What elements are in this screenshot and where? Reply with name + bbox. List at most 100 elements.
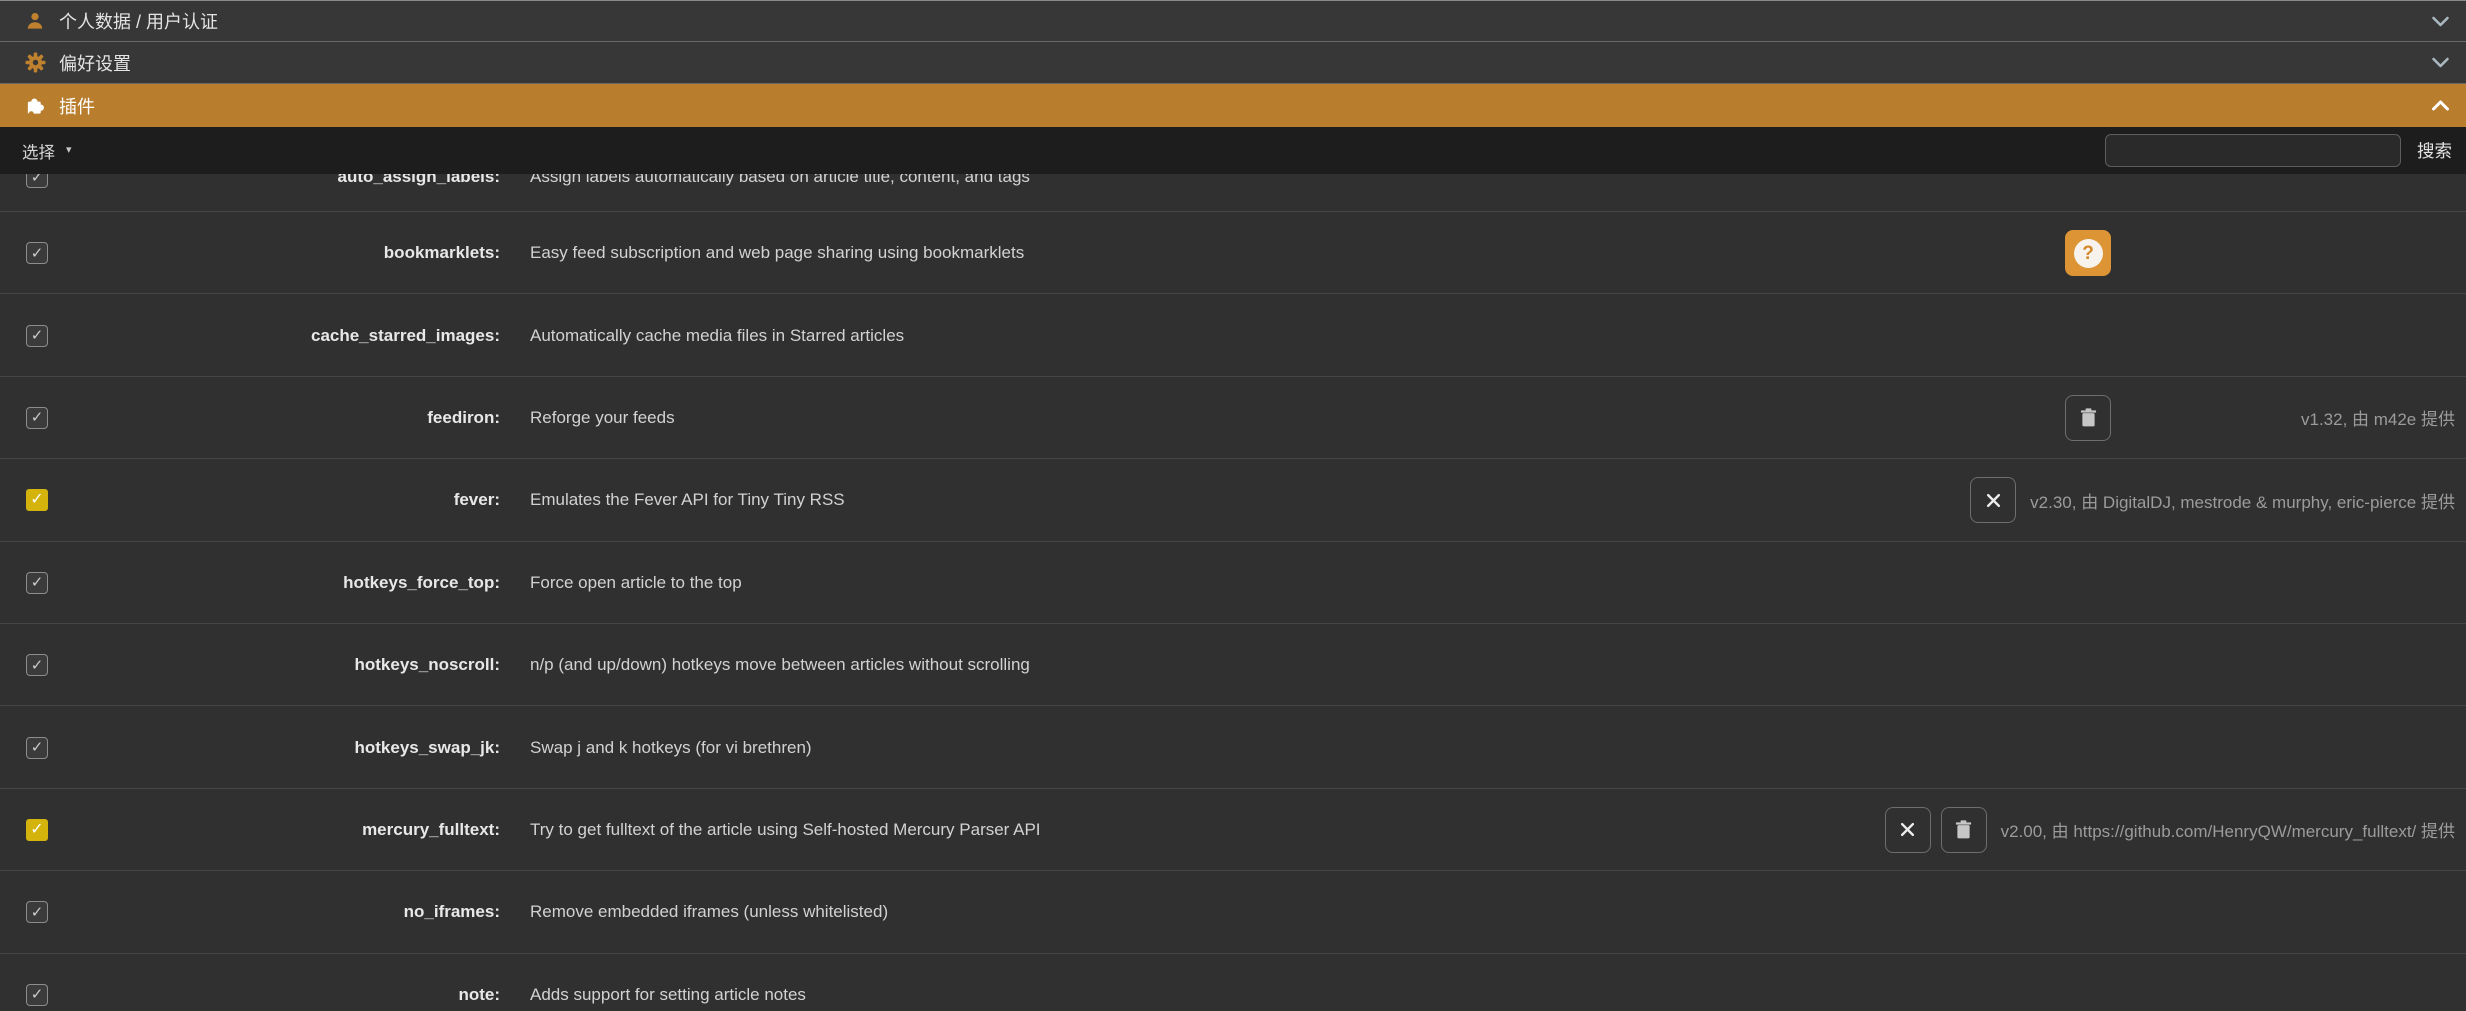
plugin-version: v2.00, 由 https://github.com/HenryQW/merc… — [2001, 817, 2455, 842]
chevron-down-icon[interactable] — [2431, 56, 2450, 69]
search-input[interactable] — [2105, 134, 2401, 167]
trash-icon — [2080, 408, 2097, 427]
plugin-name: cache_starred_images: — [48, 326, 500, 346]
help-button[interactable]: ? — [2065, 230, 2111, 276]
section-personal-data[interactable]: 个人数据 / 用户认证 — [0, 0, 2466, 42]
plugin-row: ✓ mercury_fulltext: Try to get fulltext … — [0, 789, 2466, 871]
plugin-row: ✓ auto_assign_labels: Assign labels auto… — [0, 174, 2466, 212]
plugin-actions — [1885, 807, 1987, 853]
checkmark-icon: ✓ — [31, 328, 44, 343]
checkmark-icon: ✓ — [31, 987, 44, 1002]
plugin-row-inner: ✓ no_iframes: Remove embedded iframes (u… — [0, 871, 2466, 953]
plugin-checkbox[interactable]: ✓ — [26, 901, 48, 923]
plugin-checkbox[interactable]: ✓ — [26, 654, 48, 676]
plugin-row: ✓ hotkeys_force_top: Force open article … — [0, 542, 2466, 624]
trash-button[interactable] — [1941, 807, 1987, 853]
plugin-name: note: — [48, 985, 500, 1005]
plugin-actions — [2065, 395, 2111, 441]
select-dropdown[interactable]: 选择 ▾ — [22, 139, 72, 163]
plugin-row-inner: ✓ fever: Emulates the Fever API for Tiny… — [0, 459, 2466, 541]
trash-icon — [1955, 820, 1972, 839]
plugin-name: fever: — [48, 490, 500, 510]
plugin-checkbox[interactable]: ✓ — [26, 407, 48, 429]
plugin-row-inner: ✓ feediron: Reforge your feeds v1.32, 由 … — [0, 377, 2466, 459]
checkmark-icon: ✓ — [31, 246, 44, 261]
close-button[interactable] — [1970, 477, 2016, 523]
plugin-checkbox[interactable]: ✓ — [26, 242, 48, 264]
trash-button[interactable] — [2065, 395, 2111, 441]
checkmark-icon: ✓ — [31, 658, 44, 673]
plugin-name: bookmarklets: — [48, 243, 500, 263]
puzzle-icon — [24, 95, 46, 117]
plugin-checkbox[interactable]: ✓ — [26, 572, 48, 594]
plugin-description: Swap j and k hotkeys (for vi brethren) — [530, 738, 812, 758]
plugin-checkbox[interactable]: ✓ — [26, 325, 48, 347]
plugin-actions: ? — [2065, 230, 2111, 276]
checkmark-icon: ✓ — [31, 174, 44, 185]
plugin-checkbox[interactable]: ✓ — [26, 489, 48, 511]
checkmark-icon: ✓ — [30, 822, 43, 838]
close-icon — [1900, 822, 1915, 837]
section-title: 插件 — [59, 93, 95, 119]
chevron-down-icon[interactable] — [2431, 15, 2450, 28]
checkmark-icon: ✓ — [30, 492, 43, 508]
plugin-description: Try to get fulltext of the article using… — [530, 820, 1041, 840]
plugin-row-inner: ✓ hotkeys_force_top: Force open article … — [0, 542, 2466, 624]
plugin-description: Adds support for setting article notes — [530, 985, 806, 1005]
plugin-name: hotkeys_noscroll: — [48, 655, 500, 675]
section-title: 偏好设置 — [59, 50, 131, 76]
plugin-description: Reforge your feeds — [530, 408, 675, 428]
section-plugins[interactable]: 插件 — [0, 84, 2466, 127]
close-button[interactable] — [1885, 807, 1931, 853]
plugin-description: Remove embedded iframes (unless whitelis… — [530, 902, 888, 922]
plugin-row-inner: ✓ auto_assign_labels: Assign labels auto… — [0, 174, 2466, 212]
plugin-row: ✓ cache_starred_images: Automatically ca… — [0, 294, 2466, 376]
question-icon: ? — [2074, 239, 2103, 268]
gear-icon — [24, 52, 46, 74]
plugin-row: ✓ hotkeys_swap_jk: Swap j and k hotkeys … — [0, 706, 2466, 788]
plugin-row: ✓ hotkeys_noscroll: n/p (and up/down) ho… — [0, 624, 2466, 706]
preferences-window: 个人数据 / 用户认证 偏好设置 — [0, 0, 2466, 1011]
select-dropdown-label: 选择 — [22, 139, 55, 163]
plugin-row: ✓ feediron: Reforge your feeds v1.32, 由 … — [0, 377, 2466, 459]
plugin-row: ✓ no_iframes: Remove embedded iframes (u… — [0, 871, 2466, 953]
plugin-row-inner: ✓ note: Adds support for setting article… — [0, 954, 2466, 1011]
caret-down-icon: ▾ — [66, 145, 72, 156]
plugin-row-inner: ✓ mercury_fulltext: Try to get fulltext … — [0, 789, 2466, 871]
plugin-row-inner: ✓ cache_starred_images: Automatically ca… — [0, 294, 2466, 376]
checkmark-icon: ✓ — [31, 905, 44, 920]
plugin-version: v1.32, 由 m42e 提供 — [2125, 405, 2455, 430]
section-title: 个人数据 / 用户认证 — [59, 8, 218, 34]
close-icon — [1986, 493, 2001, 508]
plugin-name: feediron: — [48, 408, 500, 428]
plugin-name: hotkeys_force_top: — [48, 573, 500, 593]
search-button[interactable]: 搜索 — [2417, 138, 2452, 163]
plugin-row-inner: ✓ hotkeys_noscroll: n/p (and up/down) ho… — [0, 624, 2466, 706]
plugin-name: auto_assign_labels: — [48, 174, 500, 187]
chevron-up-icon[interactable] — [2431, 99, 2450, 112]
plugin-row: ✓ bookmarklets: Easy feed subscription a… — [0, 212, 2466, 294]
plugin-description: Easy feed subscription and web page shar… — [530, 243, 1024, 263]
plugin-name: no_iframes: — [48, 902, 500, 922]
plugin-checkbox[interactable]: ✓ — [26, 737, 48, 759]
plugin-description: Automatically cache media files in Starr… — [530, 326, 904, 346]
plugin-actions — [1970, 477, 2016, 523]
checkmark-icon: ✓ — [31, 410, 44, 425]
plugin-row: ✓ note: Adds support for setting article… — [0, 954, 2466, 1011]
plugin-description: Force open article to the top — [530, 573, 742, 593]
plugin-row-inner: ✓ hotkeys_swap_jk: Swap j and k hotkeys … — [0, 706, 2466, 788]
checkmark-icon: ✓ — [31, 575, 44, 590]
plugin-row-inner: ✓ bookmarklets: Easy feed subscription a… — [0, 212, 2466, 294]
plugin-checkbox[interactable]: ✓ — [26, 174, 48, 188]
plugin-version: v2.30, 由 DigitalDJ, mestrode & murphy, e… — [2030, 488, 2455, 513]
section-preferences[interactable]: 偏好设置 — [0, 42, 2466, 84]
plugin-description: Assign labels automatically based on art… — [530, 174, 1030, 187]
plugin-description: Emulates the Fever API for Tiny Tiny RSS — [530, 490, 845, 510]
plugin-name: hotkeys_swap_jk: — [48, 738, 500, 758]
plugin-checkbox[interactable]: ✓ — [26, 819, 48, 841]
plugin-checkbox[interactable]: ✓ — [26, 984, 48, 1006]
plugins-list: ✓ auto_assign_labels: Assign labels auto… — [0, 174, 2466, 1011]
checkmark-icon: ✓ — [31, 740, 44, 755]
plugin-name: mercury_fulltext: — [48, 820, 500, 840]
plugins-toolbar: 选择 ▾ 搜索 — [0, 127, 2466, 174]
